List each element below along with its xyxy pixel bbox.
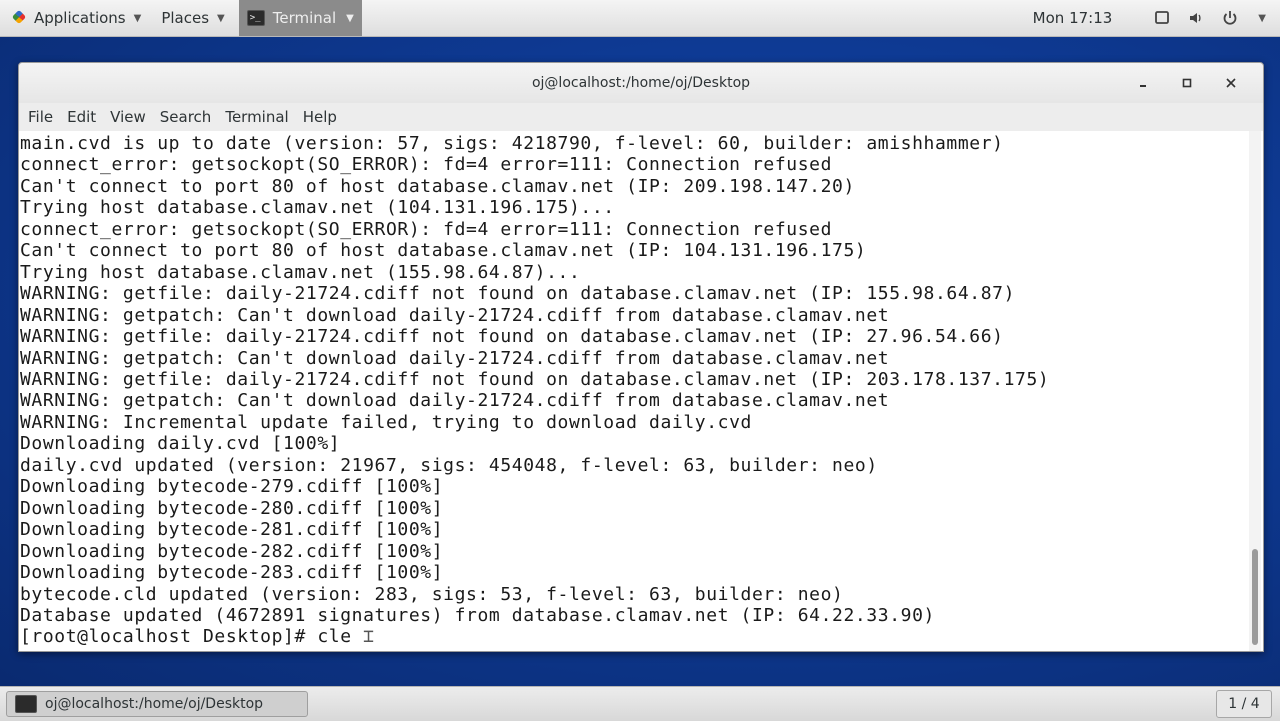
clock[interactable]: Mon 17:13 xyxy=(1033,9,1113,27)
terminal-icon xyxy=(15,695,37,713)
menu-search[interactable]: Search xyxy=(153,103,219,131)
terminal-app-menu[interactable]: >_ Terminal ▼ xyxy=(238,0,362,36)
terminal-prompt-line[interactable]: [root@localhost Desktop]# cle ⌶ xyxy=(20,626,1247,647)
terminal-line: Downloading daily.cvd [100%] xyxy=(20,433,341,455)
chevron-down-icon[interactable]: ▼ xyxy=(1258,13,1266,24)
command-input[interactable]: cle xyxy=(317,626,351,647)
terminal-line: Can't connect to port 80 of host databas… xyxy=(20,240,867,262)
terminal-line: Trying host database.clamav.net (155.98.… xyxy=(20,261,581,283)
volume-icon[interactable] xyxy=(1188,10,1204,26)
terminal-line: Downloading bytecode-281.cdiff [100%] xyxy=(20,519,444,541)
terminal-line: WARNING: getfile: daily-21724.cdiff not … xyxy=(20,326,1004,348)
screen-icon[interactable] xyxy=(1154,10,1170,26)
menubar: File Edit View Search Terminal Help xyxy=(19,103,1263,131)
text-cursor-icon: ⌶ xyxy=(351,626,375,648)
terminal-icon: >_ xyxy=(246,10,265,26)
terminal-line: WARNING: Incremental update failed, tryi… xyxy=(20,411,752,433)
terminal-text: main.cvd is up to date (version: 57, sig… xyxy=(20,133,1247,648)
taskbar-item-terminal[interactable]: oj@localhost:/home/oj/Desktop xyxy=(6,691,308,717)
terminal-line: connect_error: getsockopt(SO_ERROR): fd=… xyxy=(20,218,833,240)
menu-view[interactable]: View xyxy=(103,103,153,131)
terminal-app-label: Terminal xyxy=(272,9,337,27)
places-label: Places xyxy=(161,9,210,27)
minimize-button[interactable] xyxy=(1121,63,1165,103)
taskbar-item-label: oj@localhost:/home/oj/Desktop xyxy=(45,696,264,712)
terminal-line: daily.cvd updated (version: 21967, sigs:… xyxy=(20,454,878,476)
terminal-line: Can't connect to port 80 of host databas… xyxy=(20,175,855,197)
terminal-line: WARNING: getpatch: Can't download daily-… xyxy=(20,304,890,326)
terminal-line: main.cvd is up to date (version: 57, sig… xyxy=(20,133,1004,154)
top-panel: Applications ▼ Places ▼ >_ Terminal ▼ Mo… xyxy=(0,0,1280,37)
shell-prompt: [root@localhost Desktop]# xyxy=(20,626,318,648)
menu-file[interactable]: File xyxy=(21,103,60,131)
terminal-output[interactable]: main.cvd is up to date (version: 57, sig… xyxy=(19,131,1263,651)
terminal-line: Database updated (4672891 signatures) fr… xyxy=(20,604,935,626)
places-menu[interactable]: Places ▼ xyxy=(151,0,234,36)
workspace-switcher[interactable]: 1 / 4 xyxy=(1216,690,1272,718)
chevron-down-icon: ▼ xyxy=(217,12,225,24)
terminal-line: WARNING: getpatch: Can't download daily-… xyxy=(20,390,890,412)
bottom-panel: oj@localhost:/home/oj/Desktop 1 / 4 xyxy=(0,686,1280,721)
chevron-down-icon: ▼ xyxy=(346,12,354,24)
menu-help[interactable]: Help xyxy=(296,103,344,131)
chevron-down-icon: ▼ xyxy=(133,12,142,24)
applications-menu[interactable]: Applications ▼ xyxy=(0,0,151,36)
terminal-line: bytecode.cld updated (version: 283, sigs… xyxy=(20,583,844,605)
window-titlebar[interactable]: oj@localhost:/home/oj/Desktop xyxy=(19,63,1263,103)
power-icon[interactable] xyxy=(1222,10,1238,26)
menu-edit[interactable]: Edit xyxy=(60,103,103,131)
applications-icon xyxy=(10,9,28,27)
close-button[interactable] xyxy=(1209,63,1253,103)
terminal-line: Downloading bytecode-283.cdiff [100%] xyxy=(20,562,444,584)
applications-label: Applications xyxy=(34,9,126,27)
menu-terminal[interactable]: Terminal xyxy=(218,103,295,131)
terminal-line: Downloading bytecode-280.cdiff [100%] xyxy=(20,497,444,519)
terminal-line: Downloading bytecode-282.cdiff [100%] xyxy=(20,540,444,562)
window-title: oj@localhost:/home/oj/Desktop xyxy=(531,75,751,91)
scrollbar[interactable] xyxy=(1249,131,1261,651)
maximize-button[interactable] xyxy=(1165,63,1209,103)
terminal-window: oj@localhost:/home/oj/Desktop File Edit … xyxy=(18,62,1264,652)
terminal-line: WARNING: getfile: daily-21724.cdiff not … xyxy=(20,368,1050,390)
terminal-line: Trying host database.clamav.net (104.131… xyxy=(20,197,615,219)
scrollbar-thumb[interactable] xyxy=(1252,549,1258,645)
terminal-line: Downloading bytecode-279.cdiff [100%] xyxy=(20,476,444,498)
terminal-line: WARNING: getfile: daily-21724.cdiff not … xyxy=(20,283,1016,305)
terminal-line: WARNING: getpatch: Can't download daily-… xyxy=(20,347,890,369)
terminal-line: connect_error: getsockopt(SO_ERROR): fd=… xyxy=(20,154,833,176)
